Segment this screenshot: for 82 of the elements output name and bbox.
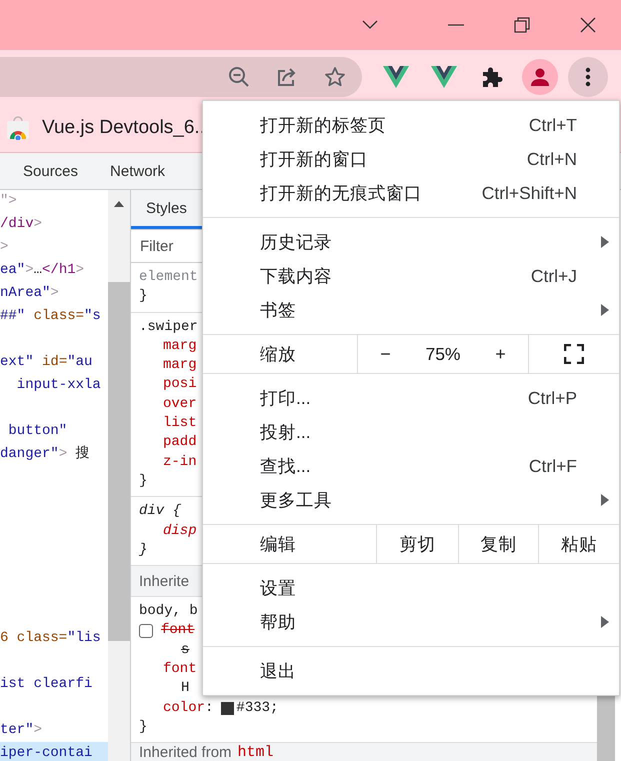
menu-item[interactable]: 打开新的标签页 Ctrl+T [203, 108, 619, 142]
vue-logo-icon [431, 66, 457, 88]
menu-item[interactable]: 书签 [203, 293, 619, 327]
menu-item[interactable]: 下载内容 Ctrl+J [203, 259, 619, 293]
edit-label: 编辑 [203, 525, 378, 563]
code-line[interactable]: ea">…</h1> [0, 259, 84, 282]
code-line[interactable]: /div> [0, 213, 42, 236]
property-value: #333; [236, 698, 278, 718]
menu-item[interactable]: 更多工具 [203, 483, 619, 517]
property-name: font [161, 621, 195, 640]
property-name: marg [163, 356, 197, 376]
bookmark-label[interactable]: Vue.js Devtools_6.. [42, 116, 205, 138]
zoom-label: 缩放 [203, 335, 358, 373]
property-name: list [163, 414, 197, 434]
property-name: over [163, 394, 197, 414]
code-line[interactable]: danger"> 搜 [0, 443, 90, 466]
colon: : [205, 698, 214, 718]
closing-brace: } [139, 287, 148, 306]
menu-item[interactable]: 帮助 [203, 605, 619, 639]
selector: div { [139, 502, 182, 522]
profile-button[interactable] [522, 58, 558, 94]
code-line[interactable]: button" [0, 420, 68, 443]
code-line[interactable]: ist clearfi [0, 673, 92, 696]
scrollbar-thumb[interactable] [108, 282, 130, 641]
puzzle-icon [481, 66, 503, 88]
property-name: disp [163, 522, 197, 541]
property-name: posi [163, 375, 197, 394]
devtools-tab[interactable]: Network [94, 153, 182, 189]
section-header: Inherited from [139, 744, 232, 761]
closing-brace: } [139, 540, 148, 560]
selector: element [139, 268, 198, 287]
menu-button[interactable] [568, 56, 608, 96]
property-name: font [163, 660, 197, 680]
share-icon[interactable] [276, 66, 298, 88]
restore-icon [514, 17, 530, 33]
minimize-icon [448, 24, 464, 26]
property-value: s [181, 640, 190, 660]
property-name: z-in [163, 452, 197, 472]
section-header: Inherite [139, 572, 190, 590]
close-icon [580, 17, 596, 33]
code-line[interactable]: input-xxla [0, 374, 101, 397]
edit-action-button[interactable]: 复制 [458, 525, 538, 563]
selector: body, b [139, 602, 198, 622]
edit-action-button[interactable]: 剪切 [377, 525, 458, 563]
selector: .swiper [139, 318, 198, 337]
menu-item[interactable]: 打开新的窗口 Ctrl+N [203, 142, 619, 176]
closing-brace: } [139, 718, 148, 737]
star-icon[interactable] [324, 66, 346, 88]
menu-item[interactable]: 打开新的无痕式窗口 Ctrl+Shift+N [203, 176, 619, 210]
zoom-in-button[interactable]: + [485, 335, 516, 373]
code-line[interactable]: ext" id="au [0, 351, 92, 374]
menu-item[interactable]: 历史记录 [203, 225, 619, 259]
code-line[interactable]: nArea"> [0, 282, 59, 305]
scroll-up-icon[interactable] [114, 201, 124, 207]
menu-item[interactable]: 退出 [203, 654, 619, 688]
address-bar[interactable] [0, 56, 362, 96]
closing-brace: } [139, 472, 148, 491]
edit-action-button[interactable]: 粘贴 [538, 525, 619, 563]
fullscreen-icon [564, 344, 584, 364]
menu-item[interactable]: 查找... Ctrl+F [203, 449, 619, 483]
checkbox[interactable] [139, 624, 153, 638]
code-line[interactable]: ##" class="s [0, 305, 101, 328]
element-link[interactable]: html [238, 744, 274, 761]
menu-item[interactable]: 投射... [203, 415, 619, 449]
code-line[interactable]: 6 class="lis [0, 627, 101, 650]
property-name: color [163, 698, 206, 718]
property-name: marg [163, 336, 197, 356]
menu-item[interactable]: 打印... Ctrl+P [203, 381, 619, 415]
zoom-out-icon[interactable] [228, 66, 250, 88]
zoom-out-button[interactable]: − [370, 335, 400, 373]
person-icon [530, 66, 550, 86]
more-icon [585, 66, 591, 86]
zoom-level: 75% [425, 344, 460, 364]
code-line[interactable]: ter"> [0, 719, 42, 742]
property-value: H [181, 679, 190, 698]
color-swatch[interactable] [221, 702, 234, 715]
property-name: padd [163, 433, 197, 452]
menu-item[interactable]: 设置 [203, 571, 619, 605]
devtools-tab[interactable]: Sources [7, 153, 94, 189]
web-store-icon [6, 116, 30, 140]
vue-logo-icon [383, 66, 409, 88]
caret-down-icon [362, 20, 378, 30]
